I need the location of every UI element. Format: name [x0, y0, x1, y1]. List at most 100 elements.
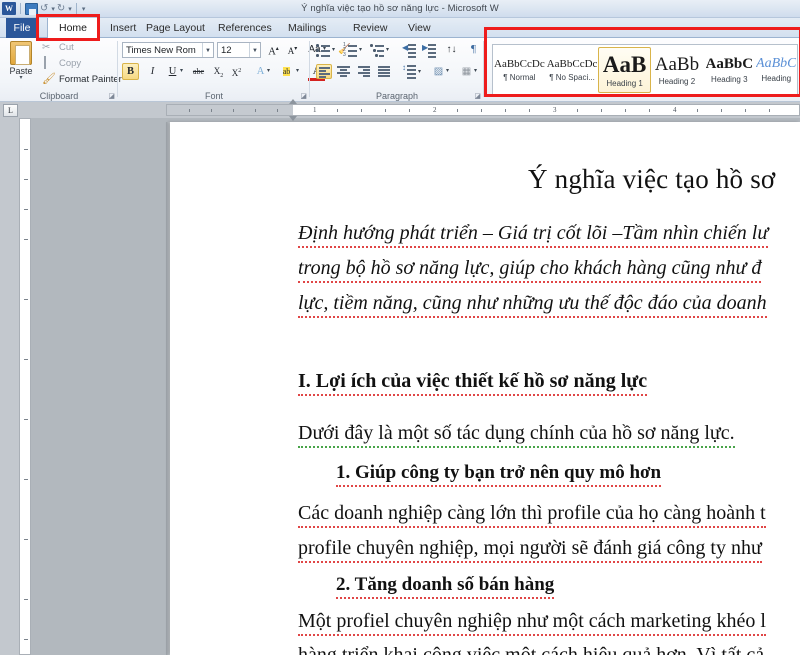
style-item-heading-1[interactable]: AaB Heading 1	[598, 47, 651, 93]
decrease-indent-icon[interactable]: ◀	[402, 43, 417, 58]
ruler-left-margin	[167, 105, 293, 115]
bold-button[interactable]: B	[122, 63, 139, 80]
styles-gallery: AaBbCcDc ¶ Normal AaBbCcDc ¶ No Spaci...…	[492, 44, 798, 96]
strikethrough-button[interactable]: abc	[190, 63, 207, 80]
horizontal-ruler[interactable]: 1 2 3 4	[166, 99, 800, 128]
shading-icon[interactable]: ▨	[430, 63, 447, 80]
document-title: Ý nghĩa việc tạo hồ sơ	[528, 164, 776, 194]
group-font: Times New Rom ▼ 12 ▼ A▴ A▾ Aa ▾ 🧹 B I U …	[118, 38, 351, 102]
ruler-number: 1	[313, 106, 317, 114]
show-formatting-marks-icon[interactable]: ¶	[465, 41, 482, 58]
tab-view[interactable]: View	[400, 18, 439, 38]
vertical-ruler[interactable]	[19, 118, 31, 655]
superscript-button[interactable]: X2	[228, 63, 245, 80]
divider-paragraph	[483, 41, 484, 97]
style-name: Heading 2	[658, 76, 696, 86]
document-line: Dưới đây là một số tác dụng chính của hồ…	[298, 422, 735, 448]
style-preview: AaB	[602, 52, 647, 76]
hanging-indent-marker[interactable]	[289, 116, 297, 121]
align-center-icon[interactable]	[336, 64, 352, 79]
document-line: Định hướng phát triển – Giá trị cốt lõi …	[298, 222, 769, 248]
document-line: hàng triển khai công việc một cách hiệu …	[298, 644, 764, 655]
copy-label: Copy	[59, 58, 82, 69]
style-item-heading-4[interactable]: AaBbC Heading	[755, 47, 797, 93]
document-line: profile chuyên nghiệp, mọi người sẽ đánh…	[298, 537, 762, 563]
font-dialog-launcher[interactable]: ◪	[300, 92, 307, 100]
increase-indent-icon[interactable]: ▶	[422, 43, 437, 58]
style-item-normal[interactable]: AaBbCcDc ¶ Normal	[493, 47, 546, 93]
justify-icon[interactable]	[376, 64, 392, 79]
font-name-combobox[interactable]: Times New Rom ▼	[122, 42, 214, 58]
paste-button[interactable]: Paste ▾	[4, 40, 38, 88]
style-preview: AaBbC	[705, 56, 754, 72]
document-numbered-item: 1. Giúp công ty bạn trở nên quy mô hơn	[336, 462, 662, 487]
ribbon: Paste ▾ ✂ Cut Copy 🖌 Format Painter Clip…	[0, 38, 800, 102]
highlight-icon[interactable]: ab	[278, 63, 295, 80]
cut-button[interactable]: ✂ Cut	[42, 41, 74, 54]
text-effects-dropdown-icon[interactable]: ▾	[267, 63, 270, 80]
grow-font-button[interactable]: A▴	[265, 41, 282, 58]
document-line: trong bộ hồ sơ năng lực, giúp cho khách …	[298, 257, 762, 283]
align-right-icon[interactable]	[356, 64, 372, 79]
borders-dropdown-icon[interactable]: ▾	[474, 63, 477, 80]
tab-mailings[interactable]: Mailings	[280, 18, 335, 38]
paragraph-dialog-launcher[interactable]: ◪	[474, 92, 481, 100]
borders-icon[interactable]: ▦	[458, 63, 475, 80]
numbering-icon[interactable]: 1 2 3	[343, 43, 358, 58]
font-name-dropdown-icon[interactable]: ▼	[202, 43, 213, 57]
style-item-no-spacing[interactable]: AaBbCcDc ¶ No Spaci...	[546, 47, 599, 93]
style-item-heading-3[interactable]: AaBbC Heading 3	[703, 47, 755, 93]
style-name: Heading	[761, 74, 792, 83]
multilevel-list-icon[interactable]	[370, 43, 385, 57]
copy-icon	[42, 56, 55, 70]
window-title: Ý nghĩa việc tạo hồ sơ năng lực - Micros…	[301, 3, 499, 14]
sort-icon[interactable]: ↑↓	[443, 41, 460, 58]
format-painter-button[interactable]: 🖌 Format Painter	[42, 73, 122, 86]
ribbon-tab-strip: File Home Insert Page Layout References …	[0, 18, 800, 39]
style-preview: AaBbC	[756, 57, 797, 71]
ruler-number: 4	[673, 106, 677, 114]
line-spacing-dropdown-icon[interactable]: ▾	[418, 64, 421, 81]
first-line-indent-marker[interactable]	[289, 99, 297, 104]
document-page[interactable]: Ý nghĩa việc tạo hồ sơ Định hướng phát t…	[170, 122, 800, 655]
style-preview: AaBb	[654, 54, 700, 74]
tab-review[interactable]: Review	[345, 18, 395, 38]
line-spacing-icon[interactable]: ↕	[402, 64, 417, 79]
font-size-dropdown-icon[interactable]: ▼	[249, 43, 260, 57]
style-item-heading-2[interactable]: AaBb Heading 2	[651, 47, 703, 93]
group-clipboard: Paste ▾ ✂ Cut Copy 🖌 Format Painter Clip…	[0, 38, 122, 102]
bullets-icon[interactable]	[316, 43, 331, 57]
shading-dropdown-icon[interactable]: ▾	[446, 63, 449, 80]
style-name: ¶ No Spaci...	[549, 72, 595, 82]
numbering-dropdown-icon[interactable]: ▾	[359, 42, 362, 59]
copy-button[interactable]: Copy	[42, 56, 82, 70]
cut-label: Cut	[59, 42, 74, 53]
paste-dropdown-icon[interactable]: ▾	[4, 75, 38, 81]
font-group-label: Font	[204, 91, 223, 101]
italic-button[interactable]: I	[144, 63, 161, 80]
subscript-button[interactable]: X2	[210, 63, 227, 80]
multilevel-dropdown-icon[interactable]: ▾	[386, 42, 389, 59]
tab-page-layout[interactable]: Page Layout	[138, 18, 213, 38]
horizontal-ruler-band: L 1 2 3 4	[0, 99, 800, 128]
style-preview: AaBbCcDc	[546, 58, 598, 70]
font-size-combobox[interactable]: 12 ▼	[217, 42, 261, 58]
paste-icon	[10, 41, 32, 65]
highlight-dropdown-icon[interactable]: ▾	[296, 63, 299, 80]
shrink-font-button[interactable]: A▾	[284, 41, 301, 58]
underline-dropdown-icon[interactable]: ▾	[180, 63, 183, 80]
tab-references[interactable]: References	[210, 18, 280, 38]
font-size-value: 12	[221, 44, 232, 56]
paintbrush-icon: 🖌	[42, 73, 56, 85]
title-bar: W ↺ ▾ ↻ ▾ ▾ Ý nghĩa việc tạo hồ sơ năng …	[0, 0, 800, 18]
format-painter-label: Format Painter	[59, 74, 122, 85]
align-left-icon[interactable]	[316, 64, 332, 79]
bullets-dropdown-icon[interactable]: ▾	[332, 42, 335, 59]
underline-button[interactable]: U	[164, 63, 181, 80]
tab-home[interactable]: Home	[47, 18, 99, 39]
tab-file[interactable]: File	[6, 18, 38, 38]
style-name: Heading 1	[606, 78, 643, 88]
clipboard-dialog-launcher[interactable]: ◪	[108, 92, 115, 100]
tab-selector-button[interactable]: L	[3, 104, 18, 117]
document-heading: I. Lợi ích của việc thiết kế hồ sơ năng …	[298, 370, 648, 396]
